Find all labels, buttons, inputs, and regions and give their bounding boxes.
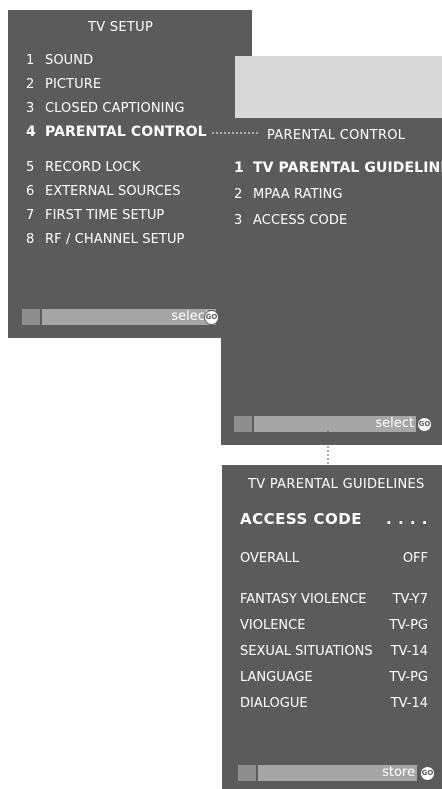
overall-value: OFF [402,551,428,566]
menu-item-label: ACCESS CODE [253,213,348,228]
menu-item-first-time-setup[interactable]: 7 FIRST TIME SETUP [26,208,164,223]
menu-item-picture[interactable]: 2 PICTURE [26,77,101,92]
menu-item-rf-channel-setup[interactable]: 8 RF / CHANNEL SETUP [26,232,185,247]
rating-value: TV-PG [389,618,428,633]
menu-item-number: 4 [26,124,36,140]
menu-item-label: SOUND [45,53,94,68]
bar-indicator [234,416,254,432]
rating-value: TV-14 [390,696,428,711]
parental-control-status-bar: select [234,416,416,432]
menu-item-number: 6 [26,184,35,199]
overall-row[interactable]: OVERALL OFF [240,551,428,566]
menu-item-number: 1 [234,160,244,176]
rating-label: DIALOGUE [240,696,308,711]
rating-row-dialogue[interactable]: DIALOGUE TV-14 [240,696,428,711]
tv-setup-status-bar: select [22,309,216,325]
menu-item-label: FIRST TIME SETUP [45,208,165,223]
rating-label: LANGUAGE [240,670,313,685]
rating-label: FANTASY VIOLENCE [240,592,367,607]
rating-row-violence[interactable]: VIOLENCE TV-PG [240,618,428,633]
menu-item-number: 5 [26,160,35,175]
rating-value: TV-PG [389,670,428,685]
parental-control-menu: PARENTAL CONTROL 1 TV PARENTAL GUIDELINES… [221,118,442,445]
menu-item-record-lock[interactable]: 5 RECORD LOCK [26,160,140,175]
menu-item-label: TV PARENTAL GUIDELINES [253,160,442,176]
menu-item-label: CLOSED CAPTIONING [45,101,185,116]
menu-item-label: MPAA RATING [253,187,343,202]
menu-item-closed-captioning[interactable]: 3 CLOSED CAPTIONING [26,101,185,116]
rating-value: TV-Y7 [392,592,428,607]
menu-highlight-area [235,56,442,126]
menu-item-number: 7 [26,208,35,223]
menu-item-number: 8 [26,232,35,247]
menu-item-sound[interactable]: 1 SOUND [26,53,93,68]
rating-label: VIOLENCE [240,618,306,633]
tv-parental-guidelines-menu: TV PARENTAL GUIDELINES ACCESS CODE . . .… [222,465,442,789]
menu-item-access-code[interactable]: 3 ACCESS CODE [234,213,347,228]
access-code-value: . . . . [386,510,428,528]
access-code-label: ACCESS CODE [240,510,362,528]
go-icon[interactable]: GO [417,417,432,432]
menu-item-external-sources[interactable]: 6 EXTERNAL SOURCES [26,184,181,199]
store-label: store [382,765,415,780]
menu-item-mpaa-rating[interactable]: 2 MPAA RATING [234,187,343,202]
menu-item-parental-control[interactable]: 4 PARENTAL CONTROL [26,124,207,140]
go-icon[interactable]: GO [420,766,435,781]
go-icon[interactable]: GO [204,310,219,325]
bar-indicator [22,309,42,325]
menu-item-label: PICTURE [45,77,102,92]
rating-label: SEXUAL SITUATIONS [240,644,373,659]
rating-row-sexual-situations[interactable]: SEXUAL SITUATIONS TV-14 [240,644,428,659]
access-code-row[interactable]: ACCESS CODE . . . . [240,510,428,528]
rating-value: TV-14 [390,644,428,659]
rating-row-fantasy-violence[interactable]: FANTASY VIOLENCE TV-Y7 [240,592,428,607]
overall-label: OVERALL [240,551,299,566]
tv-setup-menu: TV SETUP 1 SOUND 2 PICTURE 3 CLOSED CAPTION… [8,10,252,338]
menu-item-number: 1 [26,53,35,68]
menu-item-tv-parental-guidelines[interactable]: 1 TV PARENTAL GUIDELINES [234,160,442,176]
rating-row-language[interactable]: LANGUAGE TV-PG [240,670,428,685]
menu-item-number: 3 [26,101,35,116]
menu-item-label: EXTERNAL SOURCES [45,184,181,199]
bar-indicator [238,765,258,781]
menu-item-label: RECORD LOCK [45,160,141,175]
parental-control-title: PARENTAL CONTROL [267,128,406,143]
tv-setup-title: TV SETUP [88,20,154,35]
tv-parental-guidelines-title: TV PARENTAL GUIDELINES [248,477,425,492]
menu-item-label: RF / CHANNEL SETUP [45,232,185,247]
menu-item-number: 2 [234,187,243,202]
menu-item-number: 3 [234,213,243,228]
menu-item-label: PARENTAL CONTROL [45,124,207,140]
select-label: select [375,416,414,431]
guidelines-status-bar: store [238,765,417,781]
menu-item-number: 2 [26,77,35,92]
